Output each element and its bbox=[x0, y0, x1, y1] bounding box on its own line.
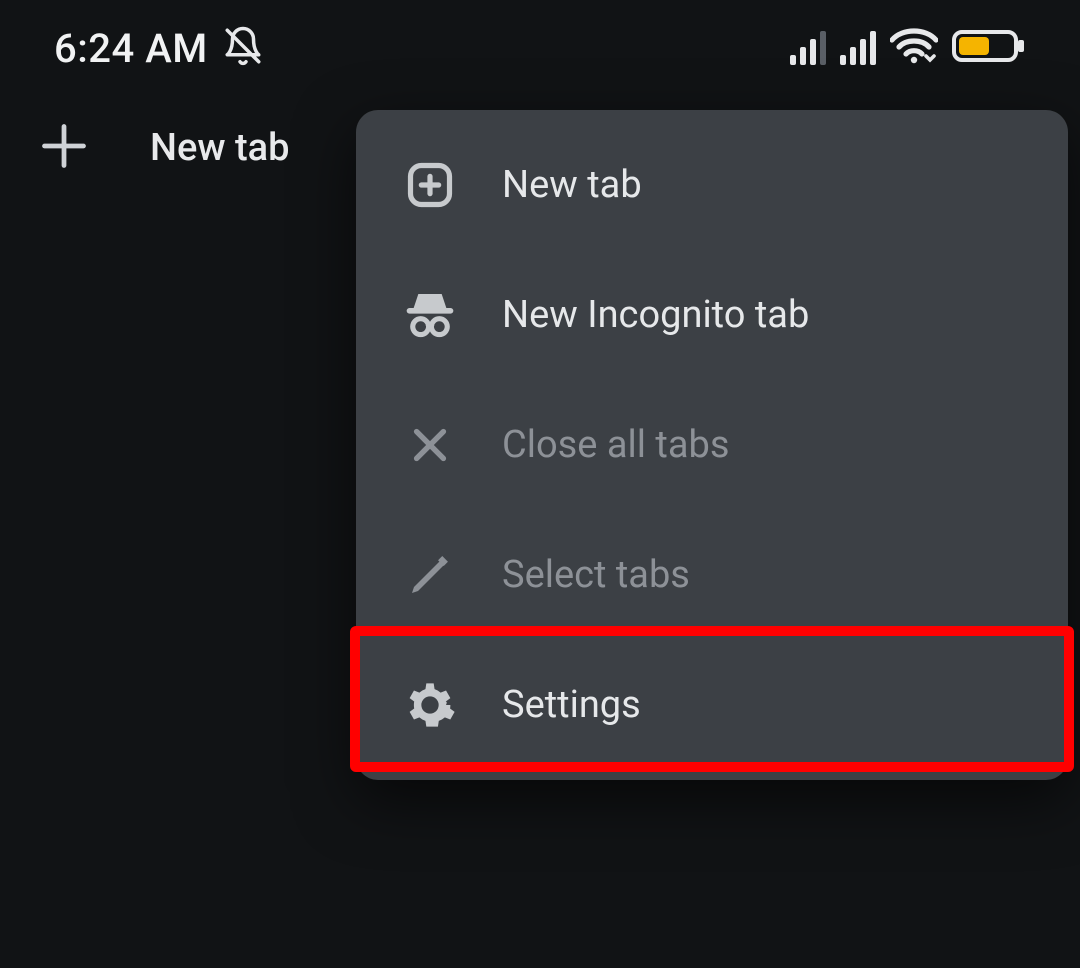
overflow-menu: New tab New Incognito tab Close all tabs bbox=[356, 110, 1068, 780]
status-time: 6:24 AM bbox=[54, 25, 208, 72]
bell-off-icon bbox=[222, 25, 264, 71]
tab-title: New tab bbox=[150, 126, 289, 170]
pencil-icon bbox=[402, 551, 458, 599]
gear-icon bbox=[402, 679, 458, 731]
incognito-icon bbox=[402, 287, 458, 343]
menu-item-label: New Incognito tab bbox=[502, 293, 809, 337]
menu-item-label: Settings bbox=[502, 683, 641, 727]
menu-item-label: Select tabs bbox=[502, 553, 690, 597]
menu-item-settings[interactable]: Settings bbox=[356, 640, 1068, 770]
menu-item-close-all[interactable]: Close all tabs bbox=[356, 380, 1068, 510]
wifi-icon bbox=[890, 26, 938, 70]
signal-icon-1 bbox=[790, 31, 826, 65]
new-tab-button[interactable] bbox=[38, 120, 90, 176]
signal-icon-2 bbox=[840, 31, 876, 65]
close-icon bbox=[402, 422, 458, 468]
status-right bbox=[790, 26, 1026, 70]
menu-item-label: New tab bbox=[502, 163, 642, 207]
tab-toolbar: New tab bbox=[0, 120, 289, 176]
menu-item-new-tab[interactable]: New tab bbox=[356, 120, 1068, 250]
menu-item-select-tabs[interactable]: Select tabs bbox=[356, 510, 1068, 640]
status-bar: 6:24 AM bbox=[0, 0, 1080, 96]
battery-icon bbox=[952, 28, 1026, 68]
menu-item-incognito[interactable]: New Incognito tab bbox=[356, 250, 1068, 380]
status-left: 6:24 AM bbox=[54, 25, 264, 72]
plus-square-icon bbox=[402, 159, 458, 211]
menu-item-label: Close all tabs bbox=[502, 423, 729, 467]
